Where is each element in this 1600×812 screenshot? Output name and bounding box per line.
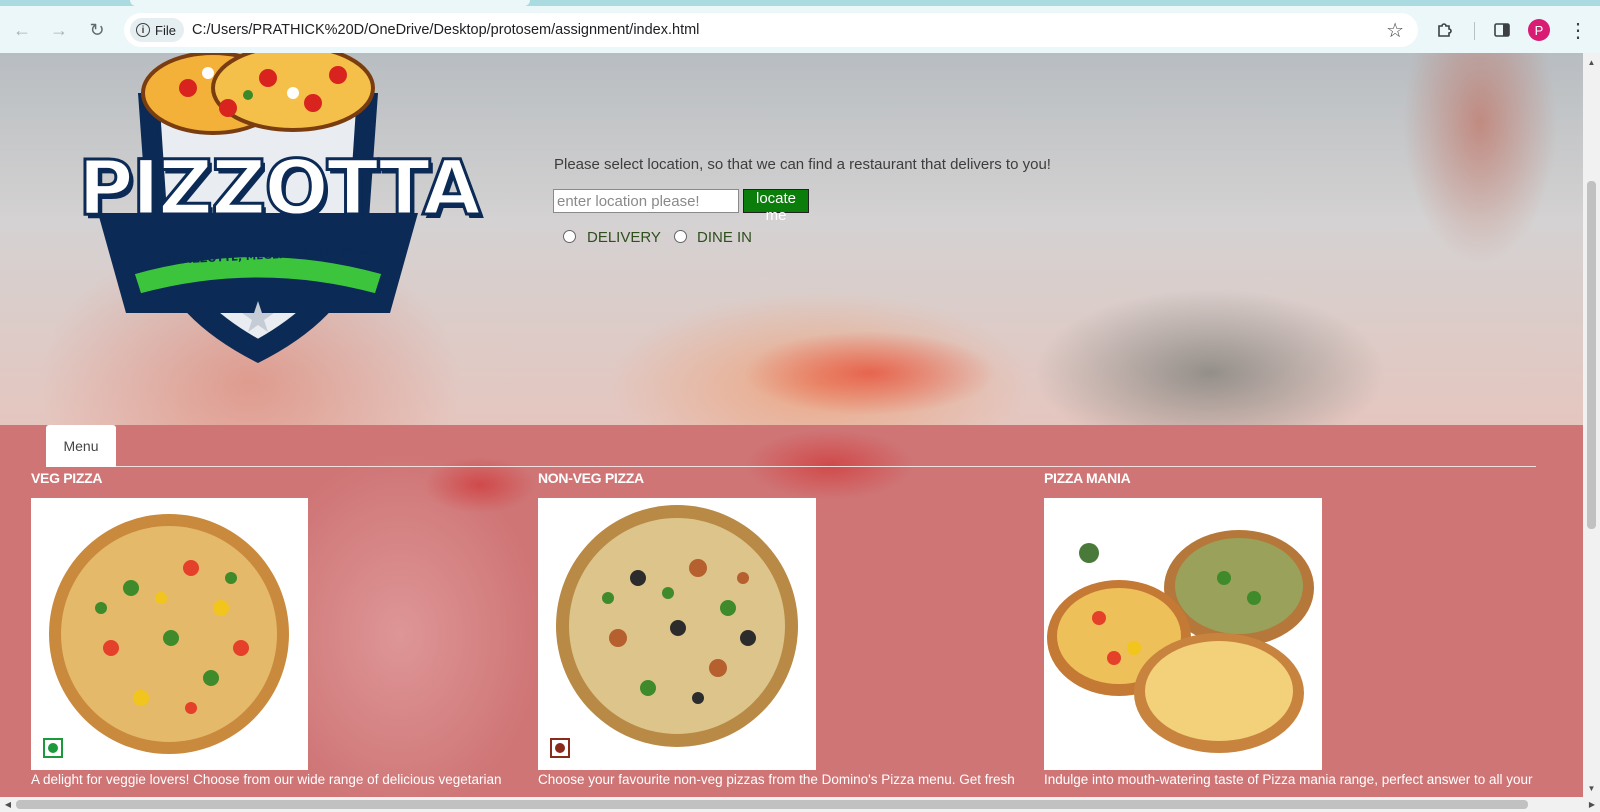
dine-in-radio[interactable] <box>674 230 687 243</box>
scroll-right-icon[interactable]: ▶ <box>1585 797 1599 812</box>
non-veg-pizza-card[interactable] <box>538 498 816 770</box>
veg-pizza-card[interactable] <box>31 498 308 770</box>
non-veg-pizza-title: NON-VEG PIZZA <box>538 470 644 486</box>
dine-in-label: DINE IN <box>697 229 753 246</box>
scroll-down-icon[interactable]: ▼ <box>1583 781 1600 795</box>
brand-name: PIZZOTTA <box>77 142 483 234</box>
avatar[interactable]: P <box>1528 19 1550 41</box>
menu-divider <box>116 466 1536 467</box>
hero-section: PIZZOTTA DUE PIZZOTTE, MEGLIO DI UNA PIZ… <box>0 53 1583 425</box>
star-icon[interactable]: ☆ <box>1386 18 1404 43</box>
extensions-glyph <box>1438 23 1452 37</box>
back-icon[interactable]: ← <box>9 17 35 43</box>
veg-badge-icon <box>43 738 63 758</box>
menu-section: Menu VEG PIZZA A delight for veggie love… <box>0 425 1583 797</box>
tab-menu[interactable]: Menu <box>46 425 116 467</box>
vertical-scrollbar[interactable]: ▲ ▼ <box>1583 53 1600 797</box>
side-panel-icon[interactable] <box>1490 18 1514 42</box>
vertical-scroll-thumb[interactable] <box>1587 181 1596 529</box>
toolbar-separator <box>1474 22 1475 40</box>
non-veg-pizza-description: Choose your favourite non-veg pizzas fro… <box>538 772 1015 787</box>
site-info-chip[interactable]: i File <box>130 18 184 42</box>
kebab-menu-icon[interactable]: ⋮ <box>1566 18 1590 42</box>
pizza-mania-image <box>1047 530 1314 753</box>
veg-pizza-image <box>49 514 289 754</box>
forward-icon[interactable]: → <box>46 17 72 43</box>
address-bar[interactable]: i File C:/Users/PRATHICK%20D/OneDrive/De… <box>124 13 1418 47</box>
pizza-mania-description: Indulge into mouth-watering taste of Piz… <box>1044 772 1533 787</box>
chip-label: File <box>155 22 176 38</box>
pizza-mania-title: PIZZA MANIA <box>1044 470 1131 486</box>
horizontal-scrollbar[interactable]: ◀ ▶ <box>0 797 1600 812</box>
extensions-icon[interactable] <box>1433 18 1457 42</box>
location-prompt: Please select location, so that we can f… <box>554 156 1051 173</box>
page-viewport: PIZZOTTA DUE PIZZOTTE, MEGLIO DI UNA PIZ… <box>0 53 1583 797</box>
url-text[interactable]: C:/Users/PRATHICK%20D/OneDrive/Desktop/p… <box>192 22 699 38</box>
scroll-left-icon[interactable]: ◀ <box>1 797 15 812</box>
veg-pizza-description: A delight for veggie lovers! Choose from… <box>31 772 502 787</box>
non-veg-badge-icon <box>550 738 570 758</box>
non-veg-badge-dot <box>555 743 565 753</box>
pizza-mania-card[interactable] <box>1044 498 1322 770</box>
locate-me-button[interactable]: locate me <box>743 189 809 224</box>
logo: PIZZOTTA DUE PIZZOTTE, MEGLIO DI UNA PIZ… <box>77 53 483 363</box>
horizontal-scroll-thumb[interactable] <box>16 800 1528 809</box>
veg-pizza-title: VEG PIZZA <box>31 470 103 486</box>
side-panel-glyph <box>1494 23 1510 37</box>
info-icon: i <box>136 23 150 37</box>
location-input[interactable] <box>553 189 739 213</box>
non-veg-pizza-image <box>556 505 798 747</box>
browser-toolbar: ← → ↻ i File C:/Users/PRATHICK%20D/OneDr… <box>0 6 1600 53</box>
delivery-label: DELIVERY <box>587 229 661 246</box>
scroll-up-icon[interactable]: ▲ <box>1583 55 1600 69</box>
reload-icon[interactable]: ↻ <box>84 17 110 43</box>
delivery-radio[interactable] <box>563 230 576 243</box>
veg-badge-dot <box>48 743 58 753</box>
